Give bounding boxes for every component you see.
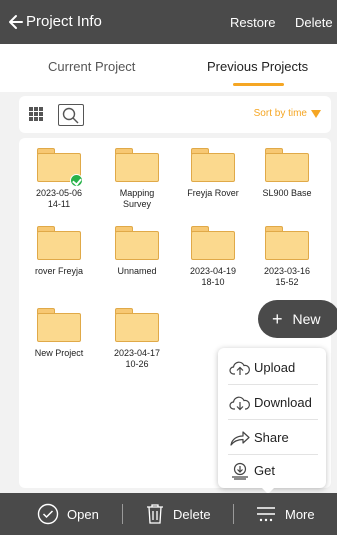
project-name: rover Freyja <box>34 266 83 276</box>
more-button[interactable]: More <box>255 493 315 535</box>
menu-item-label: Share <box>254 430 289 445</box>
tab-current-project[interactable]: Current Project <box>48 59 135 74</box>
share-icon <box>230 430 250 446</box>
delete-label: Delete <box>173 506 211 522</box>
more-menu-icon <box>257 507 275 522</box>
search-button[interactable] <box>58 104 84 126</box>
folder-icon <box>265 226 309 260</box>
trash-icon <box>147 504 163 524</box>
folder-icon <box>115 148 159 182</box>
project-name: SL900 Base <box>262 188 312 198</box>
menu-item-label: Get <box>254 463 275 478</box>
folder-icon <box>37 226 81 260</box>
active-tab-indicator <box>233 83 284 86</box>
menu-item-share[interactable]: Share <box>218 420 326 455</box>
grid-view-icon[interactable] <box>29 107 44 122</box>
header-bar: Project Info Restore Delete <box>0 0 337 44</box>
delete-button[interactable]: Delete <box>145 493 211 535</box>
project-name: 2023-04-19 18-10 <box>189 266 237 287</box>
menu-item-download[interactable]: Download <box>218 385 326 420</box>
project-item[interactable]: New Project <box>27 308 91 359</box>
selected-check-icon <box>70 174 83 187</box>
project-name: 2023-05-06 14-11 <box>35 188 83 209</box>
open-button[interactable]: Open <box>37 493 99 535</box>
open-label: Open <box>67 506 99 522</box>
sort-label: Sort by time <box>253 108 307 119</box>
app-frame: Project Info Restore Delete Current Proj… <box>0 0 337 535</box>
project-name: Mapping Survey <box>119 188 155 209</box>
search-icon <box>62 107 79 124</box>
project-item[interactable]: 2023-03-16 15-52 <box>255 226 319 288</box>
tab-previous-projects[interactable]: Previous Projects <box>207 59 308 74</box>
bottom-action-bar: Open Delete More <box>0 493 337 535</box>
folder-icon <box>37 308 81 342</box>
get-icon <box>232 462 248 480</box>
back-arrow-icon[interactable] <box>8 12 24 32</box>
menu-item-label: Download <box>254 395 312 410</box>
project-name: Freyja Rover <box>187 188 239 198</box>
menu-item-upload[interactable]: Upload <box>218 350 326 385</box>
new-project-button[interactable]: + New <box>258 300 337 338</box>
folder-icon <box>115 226 159 260</box>
folder-icon <box>191 226 235 260</box>
restore-button[interactable]: Restore <box>230 15 276 30</box>
page-title: Project Info <box>26 13 102 30</box>
folder-icon <box>191 148 235 182</box>
more-menu: Upload Download Share Get <box>218 348 326 488</box>
project-name: 2023-03-16 15-52 <box>263 266 311 287</box>
new-button-label: New <box>292 311 321 327</box>
folder-icon <box>265 148 309 182</box>
header-delete-button[interactable]: Delete <box>295 15 333 30</box>
project-item[interactable]: Unnamed <box>105 226 169 277</box>
sort-by-time-button[interactable]: Sort by time <box>254 108 321 119</box>
bottom-divider <box>233 504 234 524</box>
menu-item-get[interactable]: Get <box>218 453 326 488</box>
bottom-divider <box>122 504 123 524</box>
cloud-upload-icon <box>229 361 250 375</box>
project-tabs: Current Project Previous Projects <box>0 44 337 92</box>
project-name: New Project <box>34 348 84 358</box>
sort-dropdown-icon <box>311 109 321 118</box>
view-toolbar: Sort by time <box>19 96 331 133</box>
folder-icon <box>115 308 159 342</box>
check-circle-icon <box>37 503 59 525</box>
more-label: More <box>285 506 315 522</box>
project-item[interactable]: SL900 Base <box>255 148 319 199</box>
folder-icon <box>37 148 83 187</box>
project-name: Unnamed <box>117 266 157 276</box>
project-item[interactable]: 2023-04-17 10-26 <box>105 308 169 370</box>
project-item[interactable]: Freyja Rover <box>181 148 245 199</box>
project-item[interactable]: Mapping Survey <box>105 148 169 210</box>
cloud-download-icon <box>229 396 250 410</box>
menu-item-label: Upload <box>254 360 296 375</box>
project-item[interactable]: 2023-05-06 14-11 <box>27 148 91 210</box>
project-item[interactable]: 2023-04-19 18-10 <box>181 226 245 288</box>
project-item[interactable]: rover Freyja <box>27 226 91 277</box>
project-name: 2023-04-17 10-26 <box>113 348 161 369</box>
plus-icon: + <box>272 309 283 329</box>
